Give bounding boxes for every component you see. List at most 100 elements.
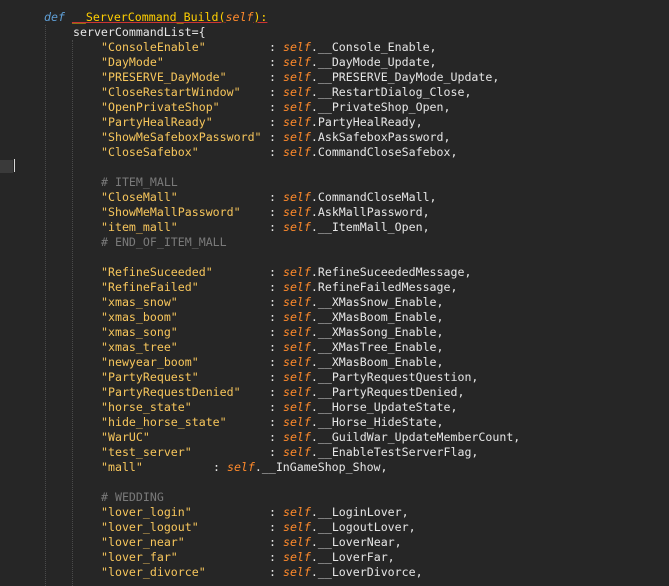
dict-value: .__LoverFar, [310, 550, 395, 564]
self-keyword: self [282, 535, 311, 549]
code-line-comment[interactable]: # ITEM_MALL [101, 175, 178, 190]
editor-gutter [0, 0, 14, 586]
comment-item-mall: # ITEM_MALL [101, 175, 178, 189]
dict-key: "xmas_boom" [101, 310, 178, 324]
dict-value: .__LogoutLover, [310, 520, 416, 534]
dict-entry-line[interactable]: "PartyHealReady": self.PartyHealReady, [101, 115, 423, 130]
colon: : [269, 55, 276, 69]
code-line-def[interactable]: def __ServerCommand_Build(self): [44, 10, 267, 25]
dict-entry-line[interactable]: "lover_divorce": self.__LoverDivorce, [101, 565, 423, 580]
dict-entry-line[interactable]: "ConsoleEnable": self.__Console_Enable, [101, 40, 437, 55]
dict-entry-line[interactable]: "PRESERVE_DayMode": self.__PRESERVE_DayM… [101, 70, 499, 85]
dict-entry-line[interactable]: "item_mall": self.__ItemMall_Open, [101, 220, 430, 235]
dict-value: .__PRESERVE_DayMode_Update, [310, 70, 500, 84]
dict-entry-line[interactable]: "lover_far": self.__LoverFar, [101, 550, 395, 565]
dict-entry-line[interactable]: "test_server": self.__EnableTestServerFl… [101, 445, 478, 460]
self-keyword: self [282, 565, 311, 579]
self-keyword: self [282, 445, 311, 459]
dict-key: "CloseRestartWindow" [101, 85, 241, 99]
dict-key: "RefineSuceeded" [101, 265, 213, 279]
dict-value: .CommandCloseSafebox, [310, 145, 458, 159]
dict-entry-line[interactable]: "horse_state": self.__Horse_UpdateState, [101, 400, 457, 415]
dict-entry-line[interactable]: "RefineSuceeded": self.RefineSuceededMes… [101, 265, 471, 280]
self-keyword: self [282, 520, 311, 534]
dict-entry-line[interactable]: "xmas_tree": self.__XMasTree_Enable, [101, 340, 444, 355]
self-keyword: self [282, 280, 311, 294]
dict-entry-line[interactable]: "lover_logout": self.__LogoutLover, [101, 520, 416, 535]
self-keyword: self [282, 550, 311, 564]
def-keyword: def [44, 10, 65, 24]
self-keyword: self [282, 40, 311, 54]
dict-key: "newyear_boom" [101, 355, 199, 369]
colon: : [269, 355, 276, 369]
dict-value: .__InGameShop_Show, [254, 460, 388, 474]
self-keyword: self [282, 85, 311, 99]
colon: : [269, 145, 276, 159]
code-line-comment[interactable]: # WEDDING [101, 490, 164, 505]
dict-entry-line[interactable]: "WarUC": self.__GuildWar_UpdateMemberCou… [101, 430, 520, 445]
self-keyword: self [282, 415, 311, 429]
dict-entry-line[interactable]: "newyear_boom": self.__XMasBoom_Enable, [101, 355, 444, 370]
dict-entry-line[interactable]: "RefineFailed": self.RefineFailedMessage… [101, 280, 457, 295]
dict-entry-line[interactable]: "xmas_snow": self.__XMasSnow_Enable, [101, 295, 444, 310]
code-line-comment[interactable]: # END_OF_ITEM_MALL [101, 235, 227, 250]
dict-key: "lover_logout" [101, 520, 199, 534]
colon: : [269, 400, 276, 414]
self-keyword: self [282, 100, 311, 114]
dict-key: "OpenPrivateShop" [101, 100, 220, 114]
dict-entry-line[interactable]: "PartyRequestDenied": self.__PartyReques… [101, 385, 464, 400]
colon: : [269, 535, 276, 549]
self-keyword: self [282, 220, 311, 234]
dict-value: .__XMasSong_Enable, [310, 325, 444, 339]
dict-value: .PartyHealReady, [310, 115, 423, 129]
dict-key: "horse_state" [101, 400, 192, 414]
dict-entry-line[interactable]: "CloseMall": self.CommandCloseMall, [101, 190, 437, 205]
dict-entry-line[interactable]: "lover_near": self.__LoverNear, [101, 535, 402, 550]
dict-entry-line[interactable]: "xmas_song": self.__XMasSong_Enable, [101, 325, 444, 340]
dict-key: "ShowMeSafeboxPassword" [101, 130, 262, 144]
dict-key: "lover_divorce" [101, 565, 206, 579]
dict-key: "lover_near" [101, 535, 185, 549]
dict-entry-line[interactable]: "PartyRequest": self.__PartyRequestQuest… [101, 370, 478, 385]
dict-entry-line[interactable]: "CloseSafebox": self.CommandCloseSafebox… [101, 145, 457, 160]
self-keyword: self [282, 295, 311, 309]
self-keyword: self [282, 430, 311, 444]
dict-entry-line[interactable]: "CloseRestartWindow": self.__RestartDial… [101, 85, 471, 100]
self-keyword: self [282, 190, 311, 204]
dict-entry-line[interactable]: "xmas_boom": self.__XMasBoom_Enable, [101, 310, 444, 325]
dict-key: "WarUC" [101, 430, 150, 444]
code-line-mall[interactable]: "mall": self.__InGameShop_Show, [101, 460, 388, 475]
comment-end-item-mall: # END_OF_ITEM_MALL [101, 235, 227, 249]
dict-entry-line[interactable]: "hide_horse_state": self.__Horse_HideSta… [101, 415, 444, 430]
colon: : [269, 340, 276, 354]
dict-entry-line[interactable]: "lover_login": self.__LoginLover, [101, 505, 409, 520]
dict-value: .__GuildWar_UpdateMemberCount, [310, 430, 521, 444]
dict-value: .__XMasBoom_Enable, [310, 310, 444, 324]
dict-entry-line[interactable]: "ShowMeMallPassword": self.AskMallPasswo… [101, 205, 430, 220]
dict-key: "RefineFailed" [101, 280, 199, 294]
code-editor[interactable]: def __ServerCommand_Build(self): serverC… [0, 0, 669, 586]
dict-key: "xmas_tree" [101, 340, 178, 354]
self-keyword: self [282, 115, 311, 129]
dict-key: "PartyRequest" [101, 370, 199, 384]
self-keyword: self [282, 265, 311, 279]
dict-key: "PartyRequestDenied" [101, 385, 241, 399]
dict-key: "item_mall" [101, 220, 178, 234]
dict-entry-line[interactable]: "OpenPrivateShop": self.__PrivateShop_Op… [101, 100, 451, 115]
self-keyword: self [282, 355, 311, 369]
indent-guide [45, 25, 46, 586]
dict-name: serverCommandList [73, 25, 192, 39]
colon: : [269, 220, 276, 234]
self-keyword: self [282, 55, 311, 69]
colon: : [269, 205, 276, 219]
gutter-marker [0, 160, 13, 173]
function-name: __ServerCommand_Build [71, 10, 219, 24]
self-keyword: self [282, 370, 311, 384]
dict-value: .__ItemMall_Open, [310, 220, 430, 234]
text-caret [14, 159, 15, 172]
dict-entry-line[interactable]: "DayMode": self.__DayMode_Update, [101, 55, 437, 70]
dict-key: "CloseSafebox" [101, 145, 199, 159]
colon: : [269, 565, 276, 579]
dict-entry-line[interactable]: "ShowMeSafeboxPassword": self.AskSafebox… [101, 130, 451, 145]
code-line-dict-start[interactable]: serverCommandList={ [73, 25, 206, 40]
